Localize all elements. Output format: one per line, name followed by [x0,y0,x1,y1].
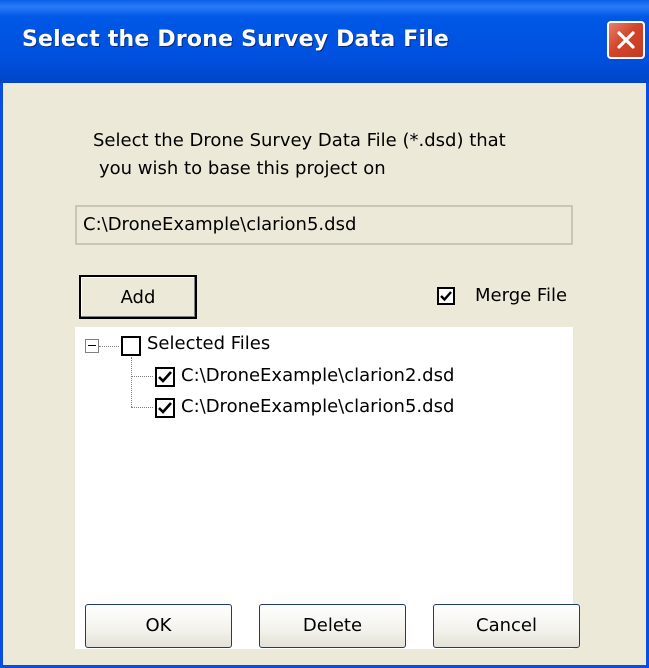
selected-files-tree[interactable]: Selected Files C:\DroneExample\clarion2.… [75,327,573,649]
collapse-expander-icon[interactable] [85,339,99,353]
window-title: Select the Drone Survey Data File [22,27,450,52]
cancel-button[interactable]: Cancel [433,604,580,648]
file-node-label-2: C:\DroneExample\clarion5.dsd [181,396,455,417]
close-button[interactable] [607,21,645,59]
merge-file-label: Merge File [475,285,568,306]
file-node-checkbox-2[interactable] [155,398,175,418]
dialog-window: Select the Drone Survey Data File Select… [0,0,649,668]
root-node-label: Selected Files [147,333,271,354]
selected-path-field: C:\DroneExample\clarion5.dsd [75,205,573,245]
instruction-line-2: you wish to base this project on [99,158,386,179]
delete-button[interactable]: Delete [259,604,406,648]
tree-connector [131,376,153,377]
file-node-checkbox-1[interactable] [155,367,175,387]
check-icon [158,402,172,414]
close-icon [617,31,635,49]
dialog-content: Select the Drone Survey Data File (*.dsd… [3,83,646,665]
add-button[interactable]: Add [79,275,197,319]
tree-connector [131,357,132,407]
check-icon [440,291,452,302]
file-node-label-1: C:\DroneExample\clarion2.dsd [181,365,455,386]
ok-button[interactable]: OK [85,604,232,648]
check-icon [158,371,172,383]
merge-file-checkbox[interactable] [437,287,455,305]
tree-connector [131,407,153,408]
tree-connector [99,346,119,347]
instruction-text: Select the Drone Survey Data File (*.dsd… [93,127,613,183]
title-bar[interactable]: Select the Drone Survey Data File [0,0,649,83]
instruction-line-1: Select the Drone Survey Data File (*.dsd… [93,130,506,151]
root-node-checkbox[interactable] [121,336,141,356]
